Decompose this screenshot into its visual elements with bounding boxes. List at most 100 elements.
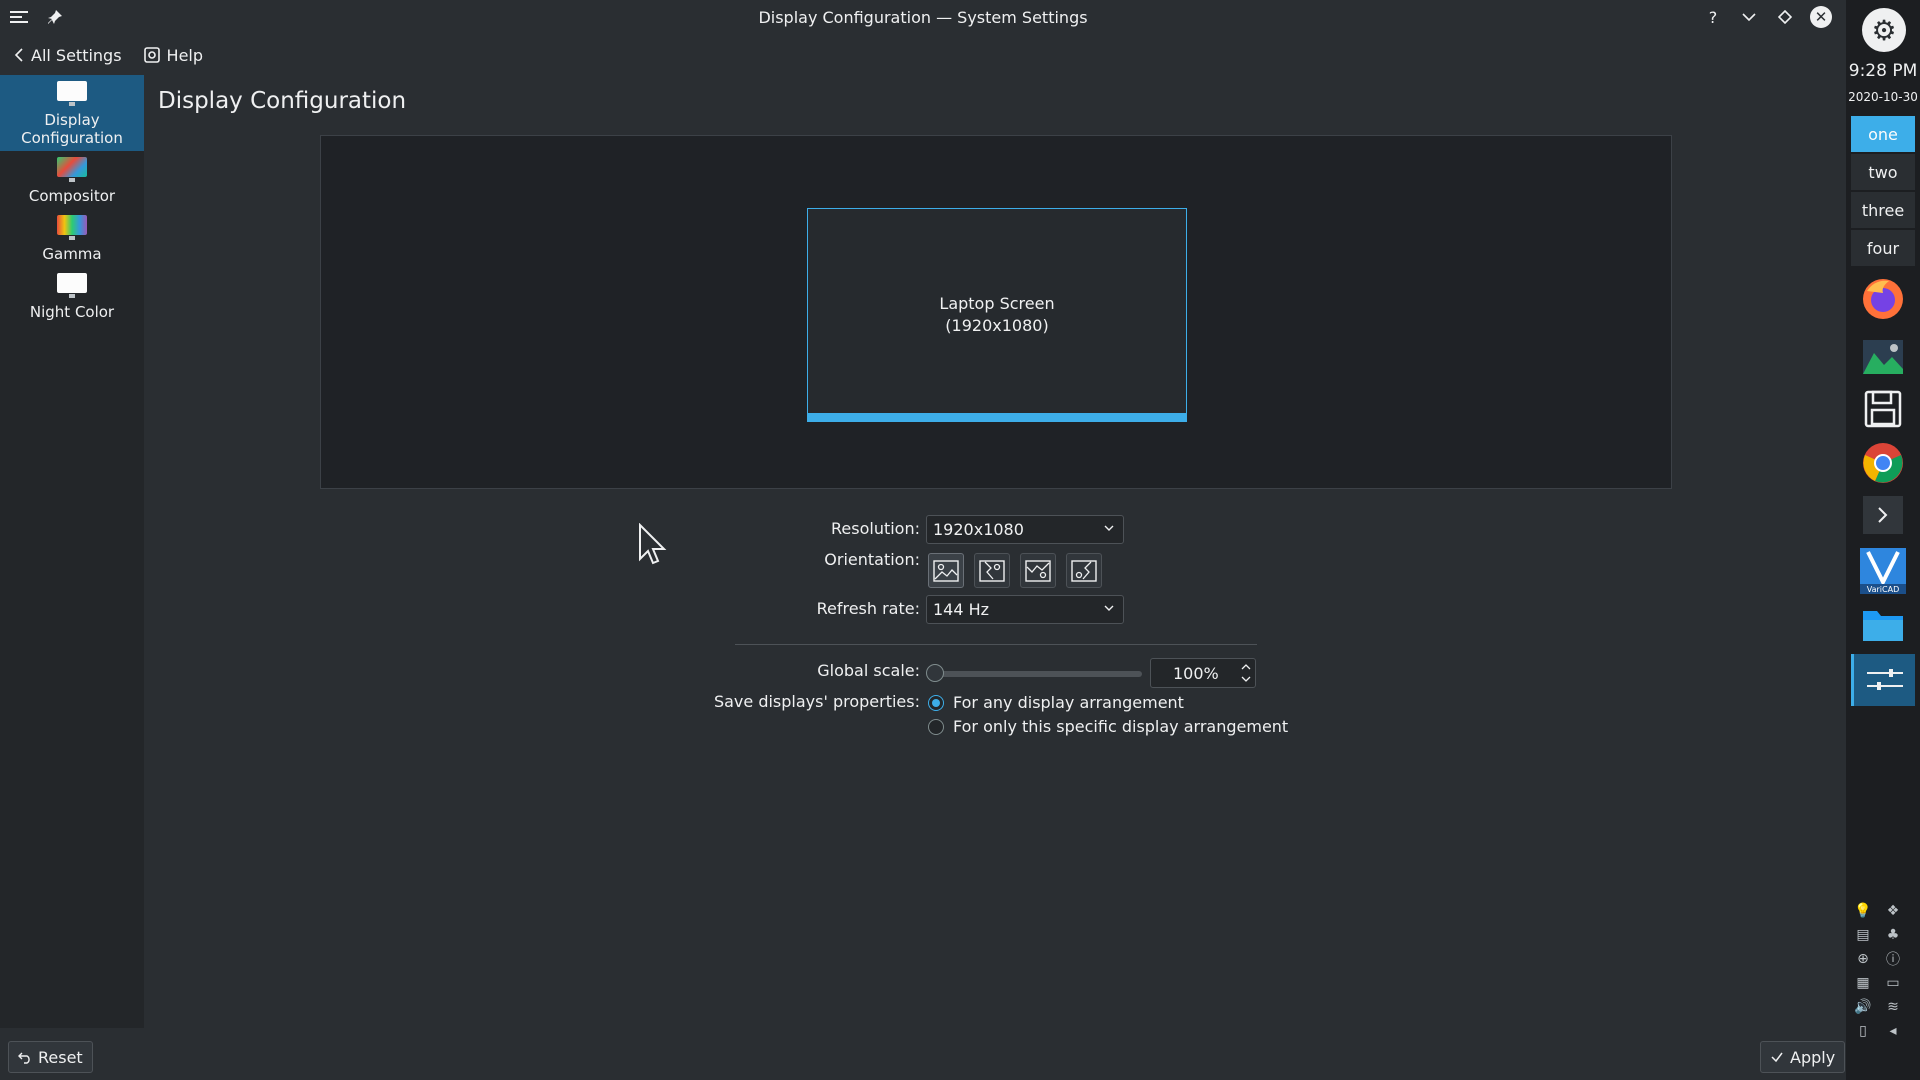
help-lifebuoy-icon	[143, 47, 160, 63]
display-tray-icon[interactable]: ▭	[1884, 974, 1902, 992]
orientation-landscape-icon	[933, 559, 959, 582]
resolution-label: Resolution:	[831, 519, 920, 538]
screen-name: Laptop Screen	[939, 293, 1055, 313]
title-bar: Display Configuration — System Settings …	[0, 0, 1846, 34]
leaf-icon[interactable]: ♣	[1884, 926, 1902, 944]
display-arrangement-area[interactable]: Laptop Screen (1920x1080)	[320, 135, 1672, 489]
firefox-icon[interactable]	[1860, 276, 1906, 322]
device-icon[interactable]: ▤	[1854, 926, 1872, 944]
minimize-icon[interactable]	[1738, 6, 1760, 28]
clipboard-icon[interactable]: ▦	[1854, 974, 1872, 992]
desktop-two[interactable]: two	[1851, 154, 1915, 190]
desktop-three[interactable]: three	[1851, 192, 1915, 228]
help-icon[interactable]: ?	[1702, 6, 1724, 28]
lightbulb-icon[interactable]: 💡	[1854, 902, 1872, 920]
close-icon[interactable]: ✕	[1810, 6, 1832, 28]
file-manager-folder-icon[interactable]	[1860, 602, 1906, 648]
refresh-rate-label: Refresh rate:	[816, 599, 920, 618]
global-scale-value: 100%	[1173, 663, 1219, 683]
sidebar-item-display-configuration[interactable]: Display Configuration	[0, 75, 144, 151]
radio-unchecked-icon[interactable]	[928, 718, 944, 735]
system-tray: 💡 ❖ ▤ ♣ ⊕ ⓘ ▦ ▭ 🔊 ≋ ▯ ◂	[1854, 902, 1914, 1040]
mouse-cursor-icon	[638, 522, 668, 571]
volume-icon[interactable]: 🔊	[1854, 998, 1872, 1016]
screen-resolution: (1920x1080)	[945, 315, 1049, 335]
global-scale-slider-track[interactable]	[936, 671, 1142, 677]
undo-icon	[18, 1052, 30, 1064]
global-scale-label: Global scale:	[817, 661, 920, 680]
application-launcher-gear-icon[interactable]: ⚙	[1862, 8, 1906, 52]
vpn-icon[interactable]: ⊕	[1854, 950, 1872, 968]
window-title: Display Configuration — System Settings	[758, 7, 1088, 27]
dropbox-icon[interactable]: ❖	[1884, 902, 1902, 920]
desktop-four[interactable]: four	[1851, 230, 1915, 266]
resolution-value: 1920x1080	[933, 520, 1024, 539]
checkmark-icon	[1771, 1052, 1783, 1063]
save-properties-label: Save displays' properties:	[713, 692, 920, 711]
orientation-rotate-left-icon	[979, 559, 1005, 582]
image-viewer-icon[interactable]	[1860, 334, 1906, 380]
apply-button[interactable]: Apply	[1760, 1041, 1846, 1073]
pin-icon[interactable]	[44, 6, 66, 28]
resolution-combo[interactable]: 1920x1080	[926, 515, 1124, 544]
window-menu-icon[interactable]	[8, 6, 30, 28]
refresh-rate-combo[interactable]: 144 Hz	[926, 595, 1124, 624]
info-icon[interactable]: ⓘ	[1884, 950, 1902, 968]
save-floppy-icon[interactable]	[1860, 386, 1906, 432]
svg-text:VariCAD: VariCAD	[1867, 585, 1899, 594]
compositor-icon	[56, 157, 88, 183]
orientation-upside-down-icon	[1025, 559, 1051, 582]
orientation-rotate-right-button[interactable]	[1066, 553, 1102, 588]
save-option-label: For any display arrangement	[953, 693, 1184, 712]
global-scale-slider-handle[interactable]	[926, 664, 944, 682]
orientation-rotate-right-icon	[1071, 559, 1097, 582]
varicad-icon[interactable]: VariCAD	[1860, 548, 1906, 594]
refresh-rate-value: 144 Hz	[933, 600, 990, 619]
orientation-buttons	[928, 553, 1102, 588]
save-option-label: For only this specific display arrangeme…	[953, 717, 1289, 736]
sidebar-item-compositor[interactable]: Compositor	[0, 151, 144, 209]
all-settings-label: All Settings	[31, 45, 122, 65]
sidebar: Display Configuration Compositor Gamma N…	[0, 75, 144, 1028]
sidebar-item-label: Night Color	[29, 303, 115, 321]
system-settings-icon[interactable]	[1851, 654, 1915, 706]
sidebar-item-label: Display Configuration	[21, 111, 123, 147]
spin-arrows-icon[interactable]	[1241, 661, 1251, 685]
desktop-one[interactable]: one	[1851, 116, 1915, 152]
right-panel: ⚙ 9:28 PM 2020-10-30 one two three four …	[1846, 0, 1920, 1080]
orientation-upside-down-button[interactable]	[1020, 553, 1056, 588]
wifi-icon[interactable]: ≋	[1884, 998, 1902, 1016]
sidebar-item-night-color[interactable]: Night Color	[0, 267, 144, 325]
help-label: Help	[166, 45, 204, 65]
chrome-icon[interactable]	[1860, 440, 1906, 486]
gamma-icon	[56, 215, 88, 241]
sidebar-item-label: Gamma	[42, 245, 102, 263]
reset-button[interactable]: Reset	[8, 1041, 93, 1073]
global-scale-spinbox[interactable]: 100%	[1150, 658, 1256, 688]
sidebar-item-gamma[interactable]: Gamma	[0, 209, 144, 267]
save-option-specific-arrangement[interactable]: For only this specific display arrangeme…	[928, 717, 1288, 736]
night-color-icon	[56, 273, 88, 299]
sidebar-item-label: Compositor	[28, 187, 116, 205]
help-button[interactable]: Help	[143, 45, 204, 65]
orientation-landscape-button[interactable]	[928, 553, 964, 588]
clock-date: 2020-10-30	[1848, 90, 1918, 104]
form-separator	[735, 644, 1257, 645]
terminal-icon[interactable]	[1860, 492, 1906, 538]
monitor-icon	[56, 81, 88, 107]
page-title: Display Configuration	[158, 88, 407, 114]
clock-time[interactable]: 9:28 PM	[1846, 61, 1920, 81]
save-option-any-arrangement[interactable]: For any display arrangement	[928, 693, 1184, 712]
maximize-icon[interactable]	[1774, 6, 1796, 28]
orientation-rotate-left-button[interactable]	[974, 553, 1010, 588]
screen-selection-bar	[807, 413, 1187, 422]
toolbar: All Settings Help	[0, 38, 203, 72]
laptop-screen-output[interactable]: Laptop Screen (1920x1080)	[807, 208, 1187, 421]
chevron-down-icon	[1103, 522, 1115, 537]
radio-checked-icon[interactable]	[928, 694, 944, 711]
battery-icon[interactable]: ▯	[1854, 1022, 1872, 1040]
orientation-label: Orientation:	[824, 550, 920, 569]
tray-expand-icon[interactable]: ◂	[1884, 1022, 1902, 1040]
chevron-left-icon	[14, 48, 23, 62]
all-settings-button[interactable]: All Settings	[14, 46, 122, 65]
